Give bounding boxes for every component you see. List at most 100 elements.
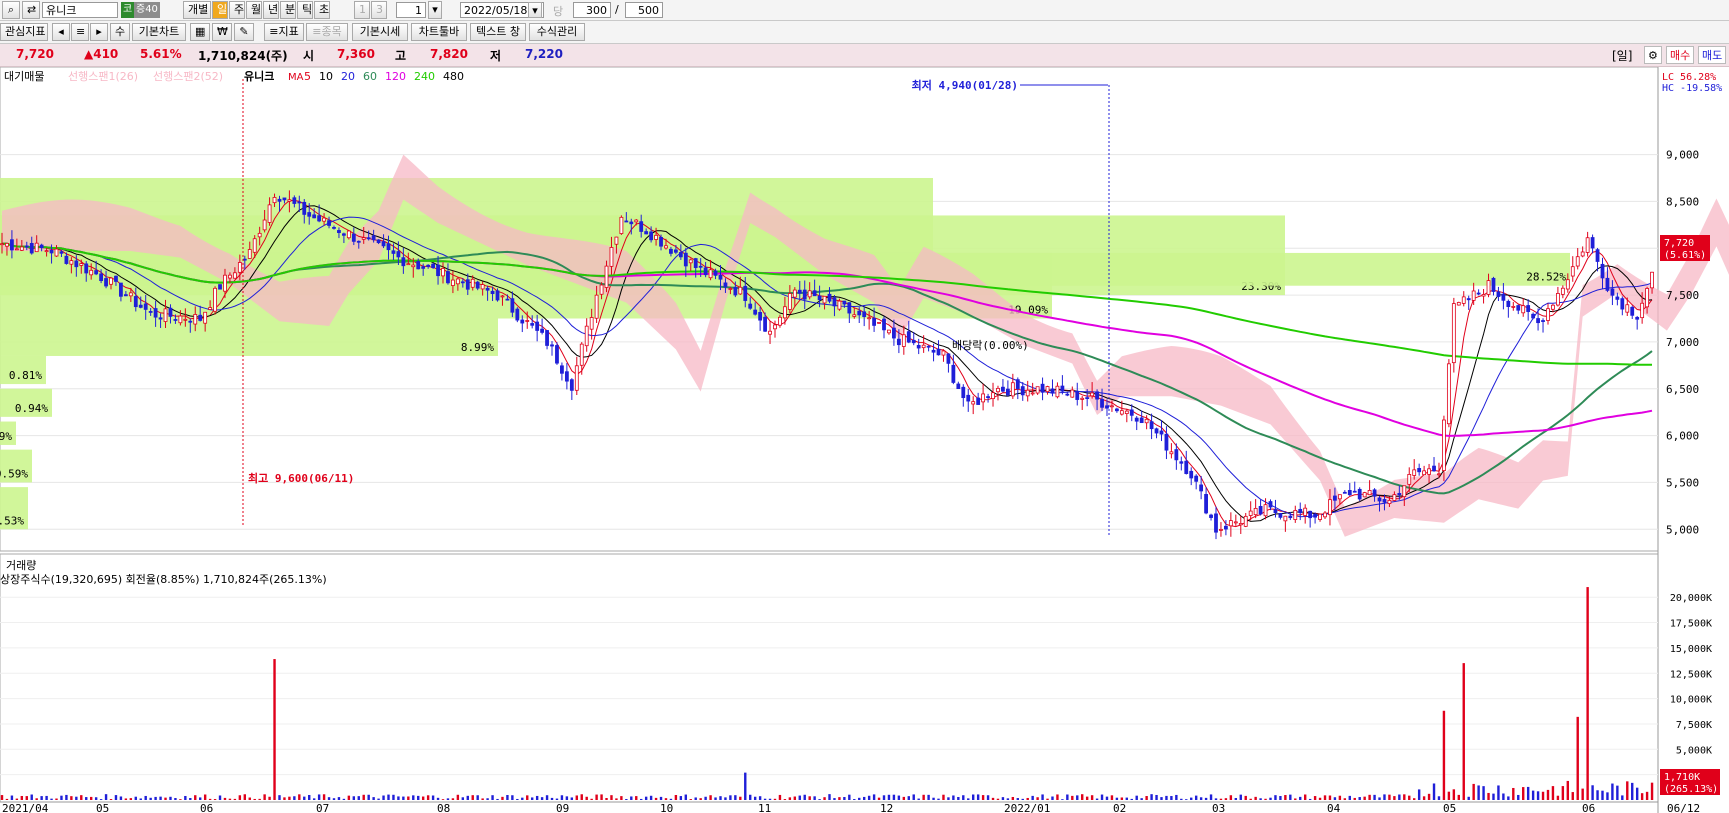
volume-bar	[233, 798, 237, 800]
market-badge: 코	[121, 2, 135, 18]
indicator-favorites-button[interactable]: 관심지표	[0, 23, 48, 41]
volume-bar	[540, 797, 544, 800]
basic-quote-button[interactable]: 기본시세	[352, 23, 408, 41]
stock-chart[interactable]: 16.94%23.30%19.09%28.52%8.99%0.81%0.94%0…	[0, 67, 1729, 813]
formula-manager-button[interactable]: 수식관리	[529, 23, 585, 41]
volume-bar	[397, 796, 400, 800]
volume-bar	[1363, 796, 1366, 800]
candle	[1456, 301, 1461, 306]
volume-bar	[1299, 796, 1302, 800]
text-window-button[interactable]: 텍스트 창	[470, 23, 526, 41]
volume-bar	[312, 798, 316, 800]
candle	[1446, 359, 1451, 428]
volume-bar	[674, 795, 678, 800]
time-tick: 2021/04	[2, 802, 49, 813]
volume-bar	[317, 794, 321, 800]
volume-bar	[699, 798, 702, 800]
wrench-icon[interactable]: ✎	[234, 23, 254, 41]
date-dropdown-icon[interactable]: ▾	[528, 2, 542, 18]
volume-bar	[877, 797, 881, 800]
volume-tick: 5,000K	[1676, 745, 1712, 756]
period-tick[interactable]: 틱	[297, 1, 313, 19]
volume-bar	[1066, 794, 1069, 800]
volume-bar	[922, 794, 925, 800]
stock-name-input[interactable]: 유니크	[42, 2, 118, 18]
volume-bar	[917, 798, 920, 800]
period-second[interactable]: 초	[314, 1, 330, 19]
volume-bar	[1269, 797, 1272, 800]
scroll-right-button[interactable]: ▸	[90, 23, 108, 41]
volume-bar	[1452, 789, 1456, 800]
search-icon[interactable]: ⌕	[2, 1, 20, 19]
volume-bar	[1517, 794, 1520, 800]
volume-bar	[1006, 798, 1010, 800]
price-change: ▲410	[84, 47, 119, 61]
volume-bar	[1061, 799, 1064, 800]
menu-button[interactable]: ≡	[71, 23, 89, 41]
period-day[interactable]: 일	[212, 1, 228, 19]
count-a-button[interactable]: 1	[354, 1, 370, 19]
volume-bar	[1546, 789, 1550, 800]
volume-bar	[223, 797, 227, 800]
volume-tag-pct: (265.13%)	[1664, 784, 1718, 795]
volume-bar	[867, 795, 871, 800]
high-label: 고	[395, 49, 407, 63]
volume-bar	[788, 797, 792, 800]
settings-icon[interactable]: ⚙	[1644, 46, 1662, 64]
modify-button[interactable]: 수	[110, 23, 130, 41]
volume-bar	[1244, 795, 1247, 800]
volume-bar	[580, 794, 583, 800]
volume-bar	[991, 797, 995, 800]
swap-arrows-icon[interactable]: ⇄	[22, 1, 40, 19]
volume-bar	[976, 794, 980, 800]
legend-ma-label: MA	[288, 72, 304, 83]
period-week[interactable]: 주	[229, 1, 245, 19]
volume-bar	[1081, 794, 1084, 800]
volume-bar	[813, 796, 816, 800]
dividend-note: 배당락(0.00%)	[952, 339, 1029, 352]
period-minute[interactable]: 분	[280, 1, 296, 19]
scroll-left-button[interactable]: ◂	[52, 23, 70, 41]
volume-bar	[773, 798, 777, 800]
interval-input[interactable]: 1	[396, 2, 426, 18]
volume-bar	[753, 796, 757, 800]
period-year[interactable]: 년	[263, 1, 279, 19]
count-b-button[interactable]: 3	[371, 1, 387, 19]
volume-bar	[288, 796, 291, 800]
price-axis: 9,0008,5008,0007,5007,0006,5006,0005,500…	[1666, 149, 1699, 537]
volume-bar	[45, 795, 48, 800]
price-tick: 6,500	[1666, 383, 1699, 396]
currency-button[interactable]: ₩	[212, 23, 232, 41]
indicator-button[interactable]: ≡지표	[264, 23, 304, 41]
grid-icon[interactable]: ▦	[190, 23, 210, 41]
lowest-price-note: 최저 4,940(01/28)	[912, 78, 1018, 92]
volume-bar	[481, 798, 484, 800]
volume-bar	[962, 795, 965, 800]
volume-bar	[1021, 798, 1024, 800]
volume-bar	[248, 797, 251, 800]
total-count-input[interactable]: 500	[625, 2, 663, 18]
time-axis: 2021/04 05 06 07 08 09 10 11 12 2022/01 02 03 04 05 06…	[0, 801, 1700, 813]
supply-zone-label: 0.81%	[9, 369, 42, 382]
sell-button[interactable]: 매도	[1698, 46, 1727, 64]
period-month[interactable]: 월	[246, 1, 262, 19]
display-count-input[interactable]: 300	[573, 2, 611, 18]
buy-button[interactable]: 매수	[1666, 46, 1695, 64]
low-value: 7,220	[525, 47, 563, 61]
chart-toolbar-button[interactable]: 차트툴바	[411, 23, 467, 41]
volume-bar	[1601, 790, 1604, 800]
volume-bar	[1120, 797, 1124, 800]
interval-dropdown-icon[interactable]: ▾	[428, 1, 442, 19]
volume-bar	[1219, 798, 1223, 800]
period-individual[interactable]: 개별	[183, 1, 211, 19]
volume-bar	[213, 799, 217, 800]
volume-bar	[669, 798, 673, 800]
basic-chart-button[interactable]: 기본차트	[132, 23, 186, 41]
volume-bar	[1422, 796, 1426, 800]
stock-compare-button[interactable]: ≡종목	[306, 23, 348, 41]
volume-tick: 7,500K	[1676, 720, 1712, 731]
volume-bar	[461, 797, 465, 800]
volume-bar	[392, 794, 395, 800]
low-label: 저	[490, 49, 502, 63]
volume-bar	[1531, 790, 1535, 800]
